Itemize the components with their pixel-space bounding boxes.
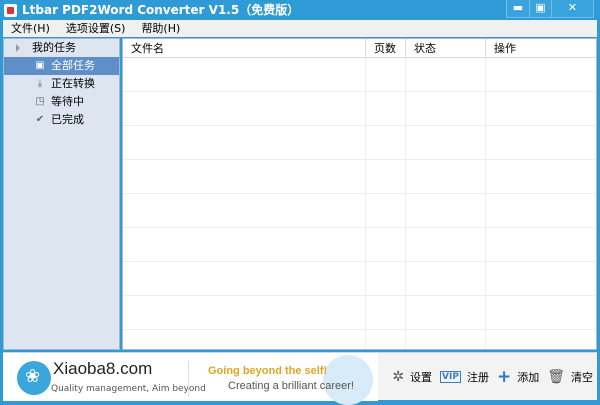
app-window: Ltbar PDF2Word Converter V1.5（免费版） ▬ ▣ ✕… [0, 0, 600, 405]
slogan-line-1: Going beyond the self! [208, 365, 328, 377]
divider [188, 361, 189, 397]
table-cell [486, 262, 596, 295]
table-cell [486, 160, 596, 193]
table-cell [406, 262, 486, 295]
sidebar-item-my-tasks[interactable]: 我的任务 [4, 39, 119, 57]
table-cell [123, 58, 366, 91]
brand-tagline: Quality management, Aim beyond [51, 384, 206, 394]
logo-icon [17, 361, 51, 395]
slogan-line-2: Creating a brilliant career! [228, 380, 354, 392]
menu-help[interactable]: 帮助(H) [133, 20, 188, 37]
sidebar-item-label: 已完成 [51, 113, 84, 126]
table-header: 文件名 页数 状态 操作 [123, 39, 596, 58]
download-icon: ⤓ [37, 78, 43, 89]
app-icon [4, 4, 17, 17]
table-cell [123, 330, 366, 349]
table-cell [486, 126, 596, 159]
table-row [123, 126, 596, 160]
gear-icon: ✲ [392, 369, 405, 385]
table-cell [406, 126, 486, 159]
column-actions[interactable]: 操作 [486, 39, 596, 57]
table-cell [123, 126, 366, 159]
table-cell [123, 92, 366, 125]
table-row [123, 296, 596, 330]
table-cell [123, 194, 366, 227]
sidebar-item-label: 等待中 [51, 95, 84, 108]
button-label: 清空 [571, 371, 593, 384]
table-cell [366, 126, 406, 159]
brand-name: Xiaoba8.com [53, 359, 153, 378]
action-toolbar: ✲ 设置 VIP 注册 + 添加 🗑 清空 [384, 353, 593, 401]
bottom-panel: Xiaoba8.com Quality management, Aim beyo… [3, 352, 597, 405]
table-cell [486, 58, 596, 91]
table-cell [123, 160, 366, 193]
menu-bar: 文件(H) 选项设置(S) 帮助(H) [3, 20, 597, 37]
table-cell [366, 194, 406, 227]
sidebar-item-all-tasks[interactable]: ▣ 全部任务 [4, 57, 119, 75]
table-row [123, 228, 596, 262]
settings-button[interactable]: ✲ 设置 [392, 369, 432, 385]
table-cell [406, 330, 486, 349]
table-cell [406, 296, 486, 329]
window-title: Ltbar PDF2Word Converter V1.5（免费版） [22, 3, 300, 17]
table-row [123, 330, 596, 349]
minimize-button[interactable]: ▬ [507, 0, 529, 17]
add-button[interactable]: + 添加 [497, 367, 539, 387]
table-cell [366, 160, 406, 193]
sidebar-item-waiting[interactable]: ◳ 等待中 [4, 93, 119, 111]
table-cell [366, 296, 406, 329]
task-sidebar: 我的任务 ▣ 全部任务 ⤓ 正在转换 ◳ 等待中 ✔ 已完成 [3, 38, 120, 350]
button-label: 设置 [410, 371, 433, 384]
table-cell [123, 262, 366, 295]
waiting-icon: ◳ [35, 96, 45, 107]
table-row [123, 160, 596, 194]
column-pages[interactable]: 页数 [366, 39, 406, 57]
maximize-button[interactable]: ▣ [529, 0, 551, 17]
menu-file[interactable]: 文件(H) [3, 20, 58, 37]
table-cell [406, 58, 486, 91]
table-cell [366, 92, 406, 125]
table-cell [486, 296, 596, 329]
button-label: 添加 [517, 371, 540, 384]
table-cell [406, 194, 486, 227]
table-cell [123, 228, 366, 261]
plus-icon: + [496, 367, 512, 387]
table-cell [486, 194, 596, 227]
title-bar: Ltbar PDF2Word Converter V1.5（免费版） ▬ ▣ ✕ [0, 0, 600, 20]
button-label: 注册 [466, 371, 489, 384]
table-cell [406, 92, 486, 125]
table-cell [366, 330, 406, 349]
table-row [123, 194, 596, 228]
sidebar-item-completed[interactable]: ✔ 已完成 [4, 111, 119, 129]
vip-icon: VIP [440, 371, 461, 383]
sidebar-item-label: 我的任务 [32, 41, 76, 54]
table-cell [366, 228, 406, 261]
clear-button[interactable]: 🗑 清空 [547, 369, 593, 385]
table-row [123, 262, 596, 296]
all-tasks-icon: ▣ [35, 60, 45, 71]
expand-arrow-icon[interactable] [16, 44, 20, 52]
column-status[interactable]: 状态 [406, 39, 486, 57]
trash-icon: 🗑 [547, 369, 565, 385]
table-cell [486, 330, 596, 349]
table-row [123, 92, 596, 126]
table-row [123, 58, 596, 92]
table-cell [366, 262, 406, 295]
table-cell [366, 58, 406, 91]
table-cell [123, 296, 366, 329]
table-cell [406, 228, 486, 261]
sidebar-item-label: 全部任务 [51, 59, 95, 72]
task-table: 文件名 页数 状态 操作 [122, 38, 597, 350]
sidebar-item-label: 正在转换 [51, 77, 95, 90]
table-cell [486, 92, 596, 125]
check-icon: ✔ [35, 114, 45, 125]
column-filename[interactable]: 文件名 [123, 39, 366, 57]
table-cell [406, 160, 486, 193]
table-cell [486, 228, 596, 261]
close-button[interactable]: ✕ [551, 0, 593, 17]
menu-options[interactable]: 选项设置(S) [58, 20, 134, 37]
sidebar-item-converting[interactable]: ⤓ 正在转换 [4, 75, 119, 93]
register-button[interactable]: VIP 注册 [440, 369, 489, 385]
ad-banner[interactable]: Xiaoba8.com Quality management, Aim beyo… [3, 353, 378, 405]
